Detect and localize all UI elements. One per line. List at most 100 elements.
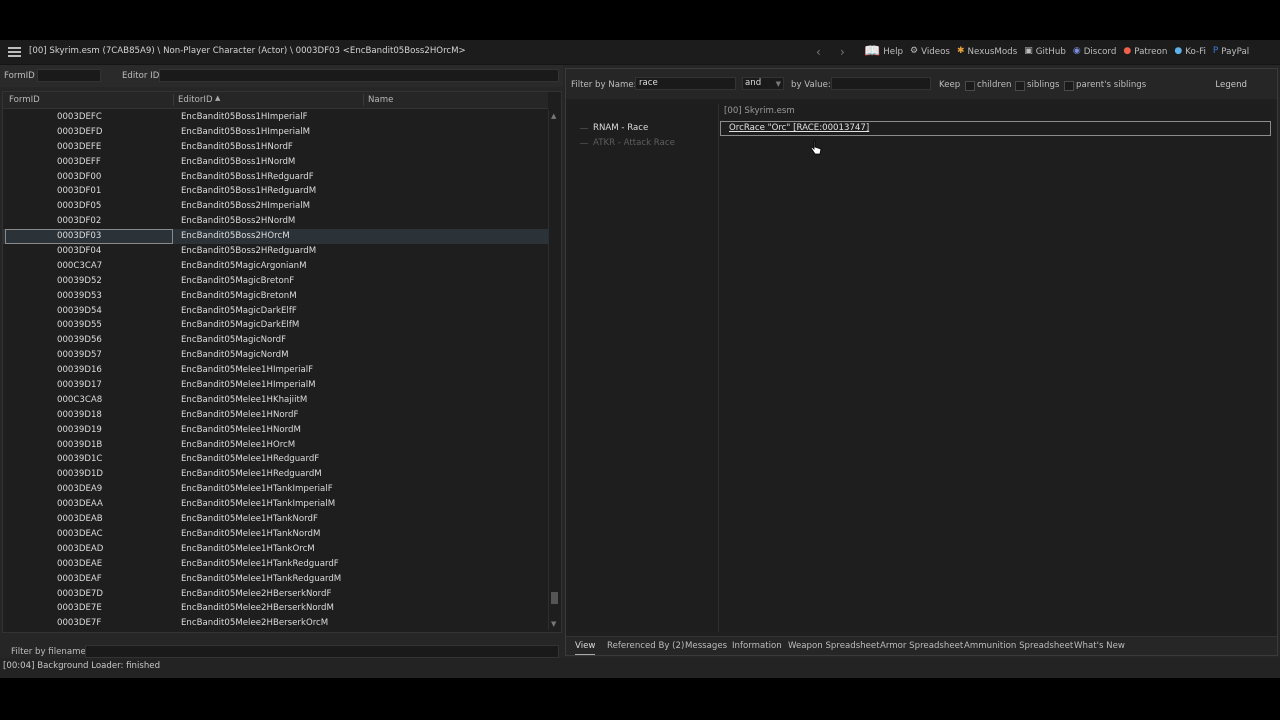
table-row[interactable]: 00039D55 EncBandit05MagicDarkElfM	[3, 318, 548, 333]
filter-filename-input[interactable]	[85, 645, 559, 658]
nexusmods-link[interactable]: ✱ NexusMods	[957, 47, 1017, 57]
by-value-input[interactable]	[831, 77, 931, 90]
table-row[interactable]: 000C3CA7 EncBandit05MagicArgonianM	[3, 259, 548, 274]
legend-button[interactable]: Legend	[1215, 80, 1247, 90]
table-row[interactable]: 00039D53 EncBandit05MagicBretonM	[3, 289, 548, 304]
record-row-rnam[interactable]: RNAM - Race OrcRace "Orc" [RACE:00013747…	[568, 121, 1274, 155]
column-editorid[interactable]: EditorID	[178, 95, 213, 105]
table-row[interactable]: 00039D18 EncBandit05Melee1HNordF	[3, 408, 548, 423]
patreon-link[interactable]: ● Patreon	[1123, 47, 1167, 57]
table-row[interactable]: 00039D1C EncBandit05Melee1HRedguardF	[3, 452, 548, 467]
tab-messages[interactable]: Messages	[685, 641, 727, 651]
table-row[interactable]: 00039D1D EncBandit05Melee1HRedguardM	[3, 467, 548, 482]
table-row[interactable]: 0003DF04 EncBandit05Boss2HRedguardM	[3, 244, 548, 259]
record-row-atkr[interactable]: ATKR - Attack Race	[568, 136, 1274, 151]
table-row[interactable]: 0003DEFE EncBandit05Boss1HNordF	[3, 140, 548, 155]
table-row[interactable]: 0003DEA9 EncBandit05Melee1HTankImperialF	[3, 482, 548, 497]
scroll-up-icon[interactable]: ▲	[551, 112, 556, 120]
table-row[interactable]: 0003DEFF EncBandit05Boss1HNordM	[3, 155, 548, 170]
tab-weapon-spreadsheet[interactable]: Weapon Spreadsheet	[788, 641, 880, 651]
table-row[interactable]: 0003DEAF EncBandit05Melee1HTankRedguardM	[3, 572, 548, 587]
filter-by-name-input[interactable]: race	[635, 77, 736, 90]
formid-cell: 0003DF03	[57, 231, 102, 242]
formid-cell: 0003DEAB	[57, 514, 103, 525]
race-link[interactable]: OrcRace "Orc" [RACE:00013747]	[729, 123, 869, 133]
table-row[interactable]: 0003DF02 EncBandit05Boss2HNordM	[3, 214, 548, 229]
table-row[interactable]: 0003DEAC EncBandit05Melee1HTankNordM	[3, 527, 548, 542]
view-tabs: View Referenced By (2) Messages Informat…	[566, 636, 1277, 655]
discord-link[interactable]: ◉ Discord	[1073, 47, 1117, 57]
editorid-cell: EncBandit05MagicBretonF	[181, 275, 295, 286]
table-row[interactable]: 0003DF03 EncBandit05Boss2HOrcM	[3, 229, 548, 245]
tab-view[interactable]: View	[575, 641, 596, 655]
table-row[interactable]: 0003DF00 EncBandit05Boss1HRedguardF	[3, 170, 548, 185]
plugin-column-header[interactable]: [00] Skyrim.esm	[724, 106, 795, 116]
keep-siblings-checkbox[interactable]	[1015, 81, 1025, 91]
column-separator[interactable]	[173, 94, 174, 106]
table-row[interactable]: 0003DE7D EncBandit05Melee2HBerserkNordF	[3, 587, 548, 602]
table-row[interactable]: 000C3CA8 EncBandit05Melee1HKhajiitM	[3, 393, 548, 408]
scroll-down-icon[interactable]: ▼	[551, 620, 556, 628]
status-text: [00:04] Background Loader: finished	[3, 661, 161, 671]
table-row[interactable]: 0003DEAB EncBandit05Melee1HTankNordF	[3, 512, 548, 527]
column-formid[interactable]: FormID	[9, 95, 40, 105]
table-row[interactable]: 0003DEAE EncBandit05Melee1HTankRedguardF	[3, 557, 548, 572]
table-row[interactable]: 0003DEAA EncBandit05Melee1HTankImperialM	[3, 497, 548, 512]
table-row[interactable]: 0003DEFD EncBandit05Boss1HImperialM	[3, 125, 548, 140]
kofi-icon: ●	[1174, 46, 1183, 56]
field-value-cell[interactable]: OrcRace "Orc" [RACE:00013747]	[720, 121, 1271, 136]
back-arrow-icon[interactable]: ‹	[816, 45, 821, 59]
table-row[interactable]: 00039D16 EncBandit05Melee1HImperialF	[3, 363, 548, 378]
formid-cell: 000C3CA7	[57, 260, 103, 271]
table-row[interactable]: 0003DF05 EncBandit05Boss2HImperialM	[3, 199, 548, 214]
kofi-link[interactable]: ● Ko-Fi	[1174, 47, 1206, 57]
tab-ammunition-spreadsheet[interactable]: Ammunition Spreadsheet	[964, 641, 1073, 651]
table-row[interactable]: 00039D1B EncBandit05Melee1HOrcM	[3, 438, 548, 453]
keep-parents-siblings-checkbox[interactable]	[1064, 81, 1074, 91]
tab-whats-new[interactable]: What's New	[1074, 641, 1125, 651]
table-row[interactable]: 00039D52 EncBandit05MagicBretonF	[3, 274, 548, 289]
filter-by-name-label: Filter by Name:	[571, 80, 637, 90]
formid-filter-input[interactable]	[37, 69, 101, 82]
tab-information[interactable]: Information	[732, 641, 782, 651]
vertical-scrollbar[interactable]: ▲ ▼	[548, 110, 560, 630]
table-row[interactable]: 0003DEFC EncBandit05Boss1HImperialF	[3, 110, 548, 125]
formid-cell: 00039D55	[57, 320, 102, 331]
editorid-filter-input[interactable]	[159, 69, 559, 82]
hamburger-menu-icon[interactable]	[8, 47, 21, 57]
editorid-cell: EncBandit05Melee2HBerserkOrcM	[181, 618, 329, 629]
column-separator[interactable]	[363, 94, 364, 106]
table-row[interactable]: 00039D17 EncBandit05Melee1HImperialM	[3, 378, 548, 393]
table-row[interactable]: 0003DEAD EncBandit05Melee1HTankOrcM	[3, 542, 548, 557]
editorid-cell: EncBandit05Melee1HRedguardF	[181, 454, 320, 465]
table-row[interactable]: 00039D54 EncBandit05MagicDarkElfF	[3, 304, 548, 319]
scrollbar-thumb[interactable]	[551, 592, 558, 604]
table-row[interactable]: 00039D57 EncBandit05MagicNordM	[3, 348, 548, 363]
editorid-cell: EncBandit05Boss1HNordF	[181, 141, 293, 152]
videos-link[interactable]: ⚙ Videos	[910, 47, 950, 57]
tab-referenced-by[interactable]: Referenced By (2)	[607, 641, 684, 651]
help-link[interactable]: 📖 Help	[864, 45, 903, 58]
editorid-cell: EncBandit05MagicNordM	[181, 350, 289, 361]
table-row[interactable]: 0003DF01 EncBandit05Boss1HRedguardM	[3, 184, 548, 199]
formid-cell: 00039D52	[57, 275, 102, 286]
table-row[interactable]: 0003DE7E EncBandit05Melee2HBerserkNordM	[3, 601, 548, 616]
column-name[interactable]: Name	[368, 95, 393, 105]
editorid-cell: EncBandit05Boss2HOrcM	[181, 231, 290, 242]
siblings-label: siblings	[1027, 80, 1060, 90]
formid-cell: 00039D57	[57, 350, 102, 361]
github-link[interactable]: ▣ GitHub	[1024, 47, 1066, 57]
editorid-cell: EncBandit05Melee1HKhajiitM	[181, 394, 308, 405]
nexusmods-icon: ✱	[956, 46, 965, 56]
filter-operator-select[interactable]: and ▼	[742, 77, 784, 90]
table-row[interactable]: 00039D19 EncBandit05Melee1HNordM	[3, 423, 548, 438]
record-view-pane: Filter by Name: race and ▼ by Value: Kee…	[565, 68, 1278, 656]
tab-armor-spreadsheet[interactable]: Armor Spreadsheet	[880, 641, 963, 651]
keep-children-checkbox[interactable]	[965, 81, 975, 91]
forward-arrow-icon[interactable]: ›	[840, 45, 845, 59]
table-row[interactable]: 00039D56 EncBandit05MagicNordF	[3, 333, 548, 348]
paypal-link[interactable]: P PayPal	[1213, 47, 1249, 57]
book-icon: 📖	[864, 44, 881, 59]
app-window: [00] Skyrim.esm (7CAB85A9) \ Non-Player …	[0, 40, 1280, 678]
table-row[interactable]: 0003DE7F EncBandit05Melee2HBerserkOrcM	[3, 616, 548, 631]
